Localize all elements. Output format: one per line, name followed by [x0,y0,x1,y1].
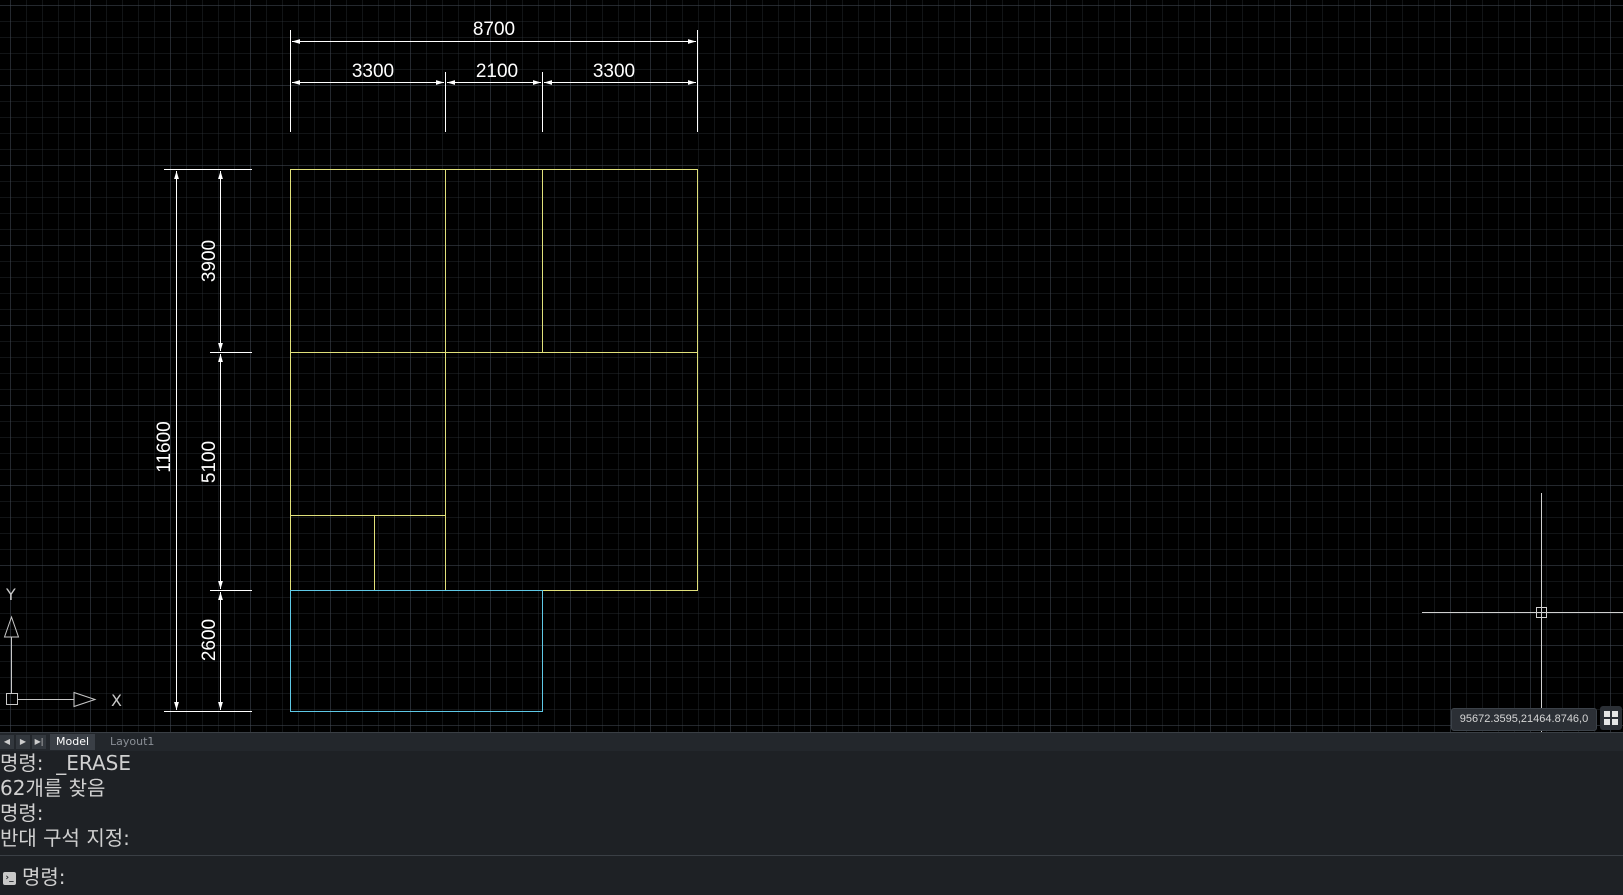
ucs-y-arrow [3,615,20,638]
command-prompt[interactable]: 명령: [22,864,66,890]
crosshair-cursor [1422,493,1623,732]
grid-icon [1604,711,1618,725]
grid-toggle-button[interactable] [1600,706,1622,730]
history-line: 반대 구석 지정: [0,826,130,850]
history-line: 명령: [0,801,44,825]
dim-text-width-left: 3300 [352,61,394,82]
tab-last-arrow-icon[interactable]: ▶| [32,735,46,749]
coordinate-readout: 95672.3595,21464.8746,0 [1451,708,1597,731]
drawing-canvas[interactable]: 8700 3300 2100 3300 11600 3900 5100 2600… [0,0,1623,732]
ucs-y-label: Y [5,585,16,604]
history-line: 62개를 찾음 [0,776,106,800]
layout-tab-bar: ◀ ▶ ▶| Model Layout1 [0,732,1623,751]
ucs-icon [3,615,97,708]
dim-text-width-right: 3300 [593,61,635,82]
dim-text-overall-width: 8700 [473,19,515,40]
lower-room-outline [290,590,543,712]
tab-layout1[interactable]: Layout1 [104,734,160,750]
command-history: 명령: _ERASE 62개를 찾음 명령: 반대 구석 지정: [0,751,1623,855]
model-viewport[interactable]: 8700 3300 2100 3300 11600 3900 5100 2600… [0,0,1623,732]
lower-room [290,590,543,712]
floor-plan [290,169,698,591]
terminal-icon: ›_ [3,872,16,885]
ucs-origin-box [6,693,18,705]
plan-outline [290,169,698,591]
tab-next-arrow-icon[interactable]: ▶ [16,735,30,749]
dim-text-height-top: 3900 [199,240,220,282]
history-line: 명령: _ERASE [0,751,131,775]
dim-text-overall-height: 11600 [154,421,175,472]
command-line[interactable]: ›_ 명령: [0,855,1623,895]
ucs-x-label: X [111,691,122,710]
tab-prev-arrow-icon[interactable]: ◀ [0,735,14,749]
tab-model[interactable]: Model [50,734,96,750]
dim-text-width-middle: 2100 [476,61,518,82]
dim-text-height-middle: 5100 [199,441,220,483]
ucs-x-arrow [73,691,97,708]
dim-text-height-bottom: 2600 [199,619,220,661]
